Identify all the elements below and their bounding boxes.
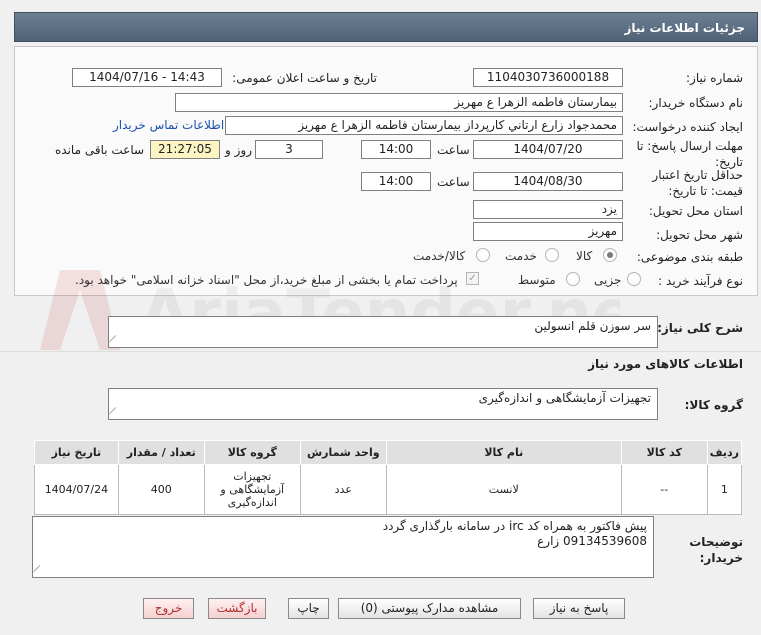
cell-code: -- [620,464,708,515]
deadline-date-field: 1404/07/20 [473,140,623,159]
col-code: کد کالا [620,440,708,465]
col-date: تاریخ نیاز [34,440,119,465]
table-header-row: ردیف کد کالا نام کالا واحد شمارش گروه کا… [34,440,743,465]
deadline-label: مهلت ارسال پاسخ: تا تاریخ: [636,139,743,169]
goods-group-text: تجهیزات آزمایشگاهی و اندازه‌گیری [478,391,651,405]
resize-grip-icon[interactable] [33,565,46,578]
resize-grip-icon[interactable] [109,407,122,420]
notes-textarea[interactable]: پیش فاکتور به همراه کد irc در سامانه بار… [32,516,654,578]
table-row: 1 -- لانست عدد تجهیزات آزمایشگاهی و اندا… [34,464,743,515]
attachments-button[interactable]: مشاهده مدارک پیوستی (0) [338,598,521,619]
validity-time-label: ساعت [437,175,470,189]
notes-line-1: پیش فاکتور به همراه کد irc در سامانه بار… [382,519,647,533]
process-minor-label: جزیی [594,273,622,287]
summary-text: سر سوزن قلم انسولین [534,319,651,333]
cell-row: 1 [706,464,743,515]
category-goods-service-radio[interactable] [476,248,490,262]
deadline-time-label: ساعت [437,143,470,157]
divider [0,351,761,352]
announce-label: تاریخ و ساعت اعلان عمومی: [232,71,377,85]
requester-label: ایجاد کننده درخواست: [632,120,743,134]
col-name: نام کالا [385,440,622,465]
summary-label: شرح کلی نیاز: [657,321,743,335]
category-service-label: خدمت [505,249,537,263]
announce-field: 1404/07/16 - 14:43 [72,68,222,87]
remaining-label: ساعت باقی مانده [55,143,145,157]
cell-unit: عدد [299,464,387,515]
city-label: شهر محل تحویل: [656,228,743,242]
col-unit: واحد شمارش [299,440,387,465]
buyer-org-label: نام دستگاه خریدار: [648,96,744,110]
validity-date-field: 1404/08/30 [473,172,623,191]
cell-date: 1404/07/24 [34,464,119,515]
page-header: جزئیات اطلاعات نیاز [14,12,758,42]
requester-field: محمدجواد زارع ارتاني كارپرداز بيمارستان … [225,116,623,135]
need-number-field: 1104030736000188 [473,68,623,87]
province-field: یزد [473,200,623,219]
deadline-time-field: 14:00 [361,140,431,159]
resize-grip-icon[interactable] [109,335,122,348]
category-service-radio[interactable] [545,248,559,262]
category-goods-service-label: کالا/خدمت [413,249,466,263]
remaining-time-field: 21:27:05 [150,140,220,159]
days-field: 3 [255,140,323,159]
category-goods-label: کالا [576,249,593,263]
process-medium-label: متوسط [518,273,556,287]
goods-group-label: گروه کالا: [684,398,743,412]
validity-time-field: 14:00 [361,172,431,191]
treasury-checkbox[interactable]: ✓ [466,272,479,285]
payment-note: پرداخت تمام یا بخشی از مبلغ خرید،از محل … [75,273,458,287]
need-number-label: شماره نیاز: [686,71,743,85]
cell-group: تجهیزات آزمایشگاهی و اندازه‌گیری [203,464,301,515]
summary-textarea[interactable]: سر سوزن قلم انسولین [108,316,658,348]
page-title: جزئیات اطلاعات نیاز [624,21,745,35]
goods-info-title: اطلاعات کالاهای مورد نیاز [588,357,743,371]
process-minor-radio[interactable] [627,272,641,286]
col-row: ردیف [706,440,743,465]
process-label: نوع فرآیند خرید : [658,274,743,288]
col-group: گروه کالا [203,440,301,465]
city-field: مهریز [473,222,623,241]
goods-table: ردیف کد کالا نام کالا واحد شمارش گروه کا… [34,440,743,515]
contact-buyer-link[interactable]: اطلاعات تماس خریدار [113,118,224,132]
buyer-org-field: بیمارستان فاطمه الزهرا ع مهریز [175,93,623,112]
province-label: استان محل تحویل: [648,204,743,218]
print-button[interactable]: چاپ [288,598,329,619]
col-qty: تعداد / مقدار [117,440,205,465]
cell-qty: 400 [117,464,205,515]
goods-group-textarea[interactable]: تجهیزات آزمایشگاهی و اندازه‌گیری [108,388,658,420]
validity-label: حداقل تاریخ اعتبار قیمت: تا تاریخ: [652,168,743,198]
cell-name: لانست [385,464,622,515]
category-goods-radio[interactable] [603,248,617,262]
notes-label: توضیحات خریدار: [689,535,743,565]
reply-button[interactable]: پاسخ به نیاز [533,598,625,619]
category-label: طبقه بندی موضوعی: [636,250,743,264]
days-label: روز و [225,143,252,157]
process-medium-radio[interactable] [566,272,580,286]
back-button[interactable]: بازگشت [208,598,266,619]
notes-line-2: 09134539608 زارع [537,534,647,548]
exit-button[interactable]: خروج [143,598,194,619]
